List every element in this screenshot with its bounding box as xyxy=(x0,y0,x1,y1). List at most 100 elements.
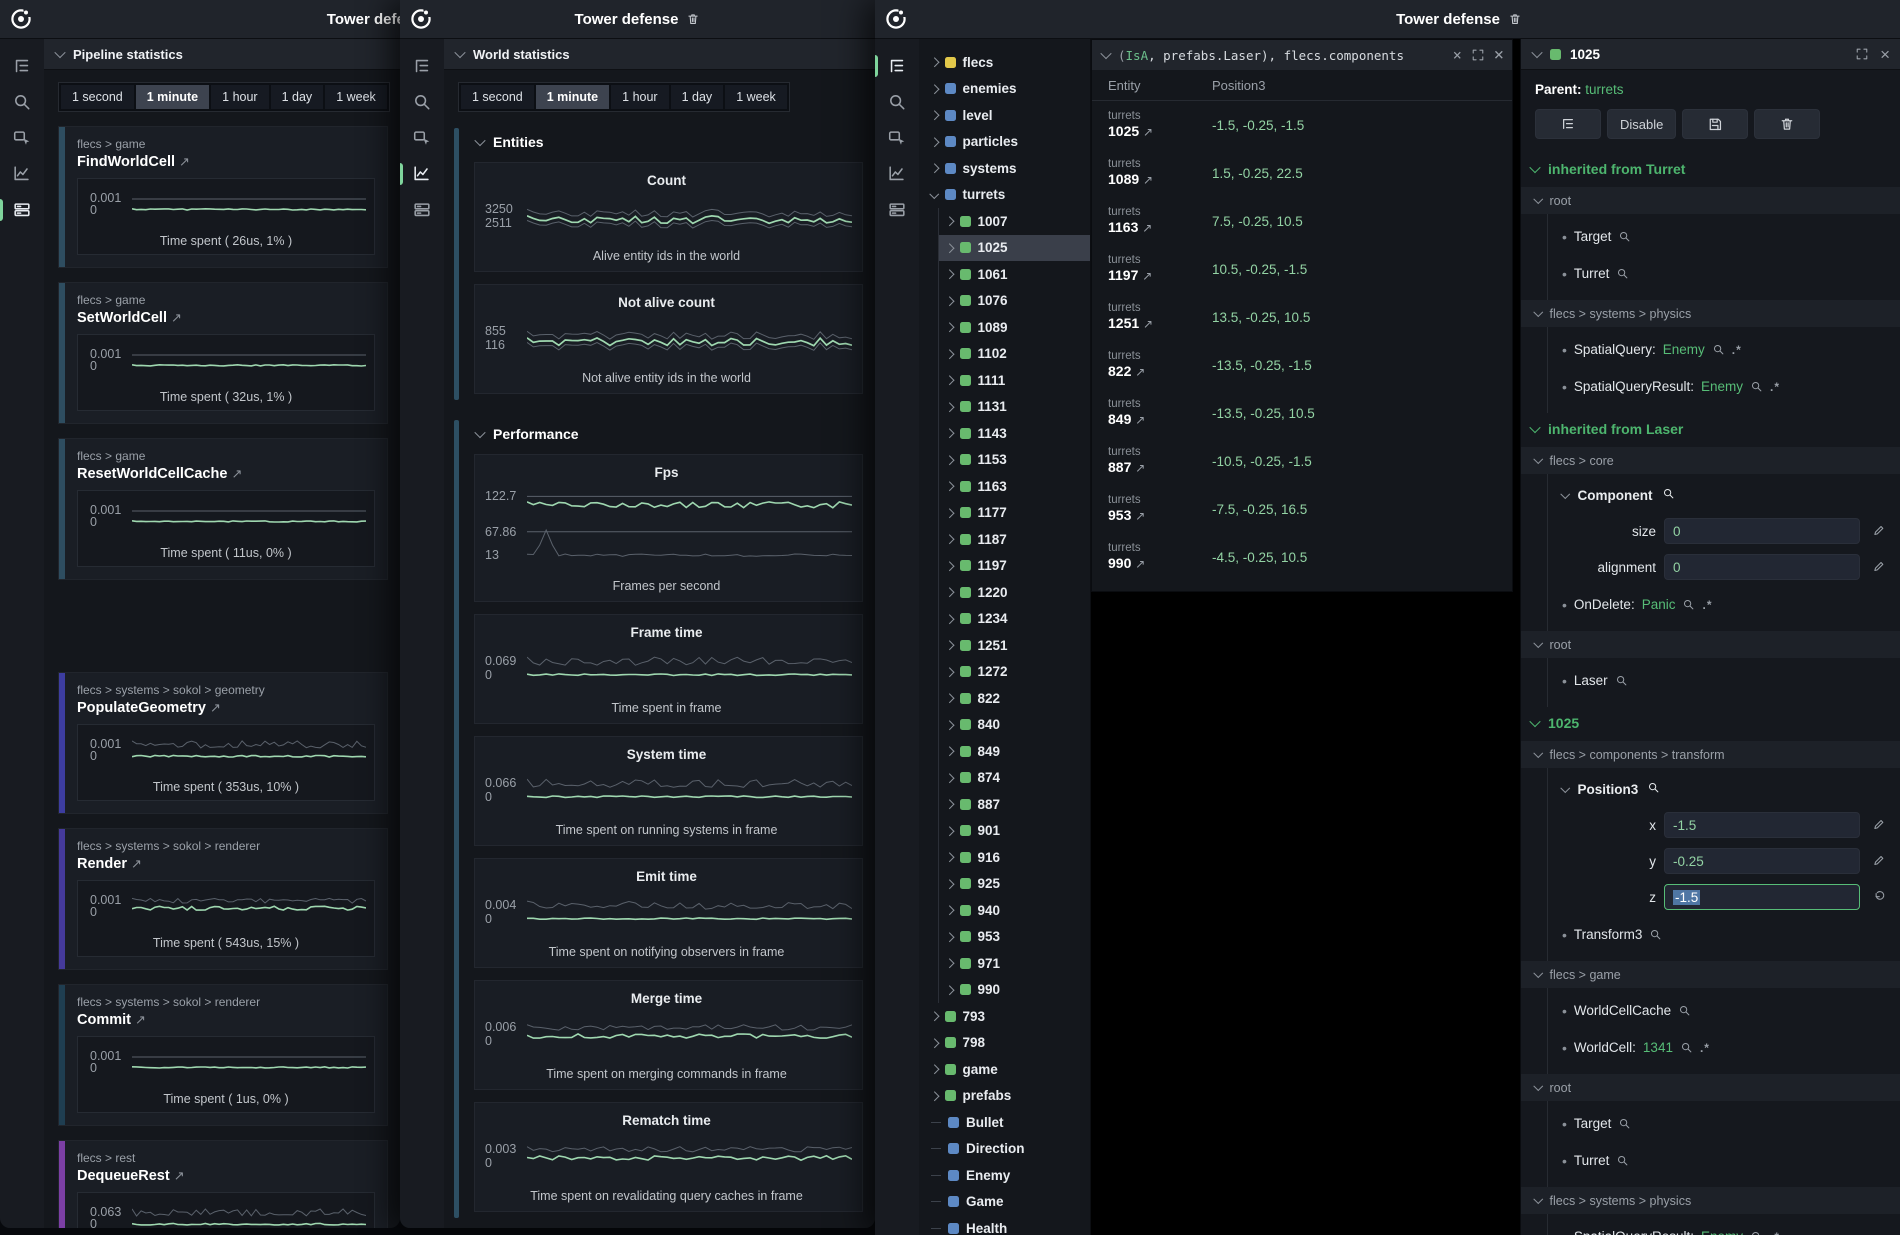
query-result-row[interactable]: turrets1163 ↗7.5, -0.25, 10.5 xyxy=(1092,197,1512,245)
query-result-row[interactable]: turrets822 ↗-13.5, -0.25, -1.5 xyxy=(1092,341,1512,389)
tree-expand-icon[interactable] xyxy=(945,323,954,332)
collapse-chevron-icon[interactable] xyxy=(1534,307,1543,316)
tree-item-953[interactable]: 953 xyxy=(939,924,1090,951)
component-row-target[interactable]: •Target xyxy=(1562,218,1890,255)
component-value[interactable]: Enemy xyxy=(1701,379,1743,394)
tree-expand-icon[interactable] xyxy=(945,508,954,517)
component-group-header[interactable]: flecs > systems > physics xyxy=(1521,1187,1900,1214)
tree-expand-icon[interactable] xyxy=(930,111,939,120)
open-entity-icon[interactable]: ↗ xyxy=(1143,125,1153,139)
tree-expand-icon[interactable] xyxy=(945,243,954,252)
search-icon[interactable] xyxy=(1616,267,1629,280)
tree-item-prefabs[interactable]: prefabs xyxy=(919,1083,1090,1110)
tree-expand-icon[interactable] xyxy=(945,482,954,491)
search-icon[interactable] xyxy=(1750,1230,1763,1235)
tree-expand-icon[interactable] xyxy=(945,588,954,597)
tree-item-Bullet[interactable]: Bullet xyxy=(919,1109,1090,1136)
tree-item-enemies[interactable]: enemies xyxy=(919,76,1090,103)
entity-link[interactable]: 849 ↗ xyxy=(1108,411,1212,429)
sidebar-item-tree[interactable] xyxy=(0,49,44,83)
component-row-component[interactable]: Component xyxy=(1562,478,1890,512)
pipeline-scroll-area[interactable]: 1 second1 minute1 hour1 day1 week flecs … xyxy=(44,70,400,1228)
component-group-header[interactable]: flecs > core xyxy=(1521,447,1900,474)
tree-expand-icon[interactable] xyxy=(945,455,954,464)
tree-item-Health[interactable]: Health xyxy=(919,1215,1090,1235)
collapse-chevron-icon[interactable] xyxy=(1100,48,1111,59)
disable-button[interactable]: Disable xyxy=(1607,109,1676,139)
query-result-row[interactable]: turrets953 ↗-7.5, -0.25, 16.5 xyxy=(1092,485,1512,533)
sidebar-item-server[interactable] xyxy=(400,193,444,227)
tree-expand-icon[interactable] xyxy=(945,853,954,862)
entity-link[interactable]: 1089 ↗ xyxy=(1108,171,1212,189)
open-entity-icon[interactable]: ↗ xyxy=(1142,221,1152,235)
open-entity-icon[interactable]: ↗ xyxy=(1135,365,1145,379)
tree-item-793[interactable]: 793 xyxy=(919,1003,1090,1030)
collapse-chevron-icon[interactable] xyxy=(1529,162,1540,173)
tree-expand-icon[interactable] xyxy=(945,879,954,888)
tree-expand-icon[interactable] xyxy=(945,349,954,358)
component-group-header[interactable]: root xyxy=(1521,631,1900,658)
pair-icon[interactable]: .* xyxy=(1770,380,1780,394)
edit-pencil-icon[interactable] xyxy=(1868,818,1890,832)
tree-item-1272[interactable]: 1272 xyxy=(939,659,1090,686)
tree-expand-icon[interactable] xyxy=(945,667,954,676)
entity-link[interactable]: 953 ↗ xyxy=(1108,507,1212,525)
tree-expand-icon[interactable] xyxy=(945,720,954,729)
tree-item-940[interactable]: 940 xyxy=(939,897,1090,924)
open-entity-icon[interactable]: ↗ xyxy=(1143,317,1153,331)
sidebar-item-tree[interactable] xyxy=(400,49,444,83)
tree-item-840[interactable]: 840 xyxy=(939,712,1090,739)
edit-pencil-icon[interactable] xyxy=(1868,524,1890,538)
tree-expand-icon[interactable] xyxy=(945,402,954,411)
tree-expand-icon[interactable] xyxy=(945,985,954,994)
trash-icon[interactable] xyxy=(1508,12,1522,26)
component-value[interactable]: Enemy xyxy=(1701,1229,1743,1235)
entity-link[interactable]: 822 ↗ xyxy=(1108,363,1212,381)
tree-item-1102[interactable]: 1102 xyxy=(939,341,1090,368)
search-icon[interactable] xyxy=(1680,1041,1693,1054)
query-result-row[interactable]: turrets1251 ↗13.5, -0.25, 10.5 xyxy=(1092,293,1512,341)
time-range-button[interactable]: 1 day xyxy=(271,85,324,109)
time-range-button[interactable]: 1 day xyxy=(671,85,724,109)
tree-expand-icon[interactable] xyxy=(930,164,939,173)
tree-expand-icon[interactable] xyxy=(945,906,954,915)
collapse-chevron-icon[interactable] xyxy=(1561,489,1570,498)
time-range-button[interactable]: 1 week xyxy=(325,85,387,109)
component-group-header[interactable]: root xyxy=(1521,187,1900,214)
component-value[interactable]: Enemy xyxy=(1663,342,1705,357)
inspector-section-title[interactable]: inherited from Turret xyxy=(1521,153,1900,187)
collapse-chevron-icon[interactable] xyxy=(1534,454,1543,463)
section-heading[interactable]: Performance xyxy=(474,418,863,454)
open-entity-link[interactable]: ↗ xyxy=(135,1012,146,1027)
inspector-section-title[interactable]: 1025 xyxy=(1521,707,1900,741)
open-entity-link[interactable]: ↗ xyxy=(231,466,242,481)
tree-item-925[interactable]: 925 xyxy=(939,871,1090,898)
section-heading[interactable]: Entities xyxy=(474,126,863,162)
tree-item-990[interactable]: 990 xyxy=(939,977,1090,1004)
tree-item-game[interactable]: game xyxy=(919,1056,1090,1083)
close-icon[interactable]: × xyxy=(1880,46,1890,63)
search-icon[interactable] xyxy=(1649,928,1662,941)
tree-expand-icon[interactable] xyxy=(945,561,954,570)
tree-item-971[interactable]: 971 xyxy=(939,950,1090,977)
entity-link[interactable]: 1025 ↗ xyxy=(1108,123,1212,141)
clear-query-icon[interactable]: × xyxy=(1453,48,1462,63)
tree-expand-icon[interactable] xyxy=(930,1065,939,1074)
tree-expand-icon[interactable] xyxy=(945,641,954,650)
sidebar-item-search[interactable] xyxy=(400,85,444,119)
sidebar-item-chart[interactable] xyxy=(0,157,44,191)
close-icon[interactable]: × xyxy=(1494,47,1504,64)
tree-expand-icon[interactable] xyxy=(945,270,954,279)
component-group-header[interactable]: flecs > systems > physics xyxy=(1521,300,1900,327)
search-icon[interactable] xyxy=(1615,674,1628,687)
collapse-chevron-icon[interactable] xyxy=(54,47,65,58)
open-entity-link[interactable]: ↗ xyxy=(210,700,221,715)
world-scroll-area[interactable]: 1 second1 minute1 hour1 day1 week Entiti… xyxy=(444,70,875,1228)
tree-item-798[interactable]: 798 xyxy=(919,1030,1090,1057)
open-entity-link[interactable]: ↗ xyxy=(171,310,182,325)
open-entity-icon[interactable]: ↗ xyxy=(1135,557,1145,571)
component-row-position3[interactable]: Position3 xyxy=(1562,772,1890,806)
tree-item-1234[interactable]: 1234 xyxy=(939,606,1090,633)
open-entity-icon[interactable]: ↗ xyxy=(1135,509,1145,523)
entity-link[interactable]: 990 ↗ xyxy=(1108,555,1212,573)
